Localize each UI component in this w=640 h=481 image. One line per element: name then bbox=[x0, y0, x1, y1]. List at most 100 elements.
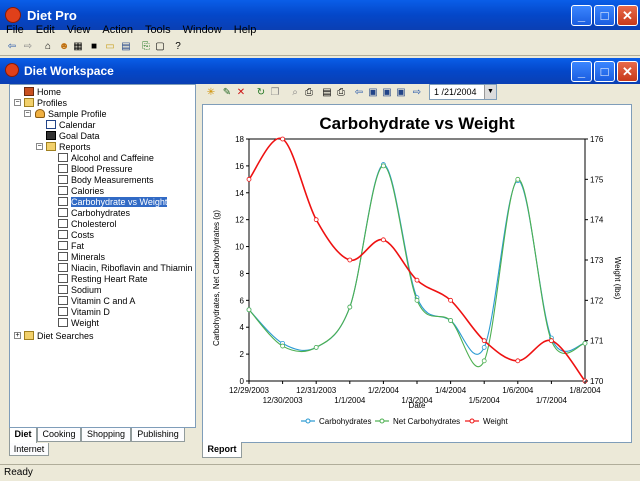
workspace-maximize-button[interactable]: □ bbox=[594, 61, 615, 82]
tree-item-report[interactable]: Vitamin C and A bbox=[58, 296, 135, 307]
back-icon[interactable]: ⇦ bbox=[6, 41, 18, 53]
print-setup-icon[interactable]: ⎙ bbox=[335, 87, 347, 99]
week-view-icon[interactable]: ▣ bbox=[395, 87, 407, 99]
y2-tick-label: 172 bbox=[590, 296, 604, 305]
menu-view[interactable]: View bbox=[61, 22, 97, 38]
preview-icon[interactable]: ⌕ bbox=[289, 87, 301, 99]
workspace-minimize-button[interactable]: _ bbox=[571, 61, 592, 82]
net-carbohydrates-point bbox=[448, 318, 454, 323]
tree-item-report[interactable]: Vitamin D bbox=[58, 307, 110, 318]
weight-point bbox=[347, 257, 353, 263]
menu-edit[interactable]: Edit bbox=[30, 22, 61, 38]
tree-item-profiles[interactable]: Profiles bbox=[24, 98, 67, 109]
y2-tick-label: 170 bbox=[590, 377, 604, 386]
tab-internet[interactable]: Internet bbox=[9, 443, 49, 456]
weight-line bbox=[248, 137, 586, 382]
new-icon[interactable]: ✳ bbox=[205, 87, 217, 99]
refresh-icon[interactable]: ↻ bbox=[255, 87, 267, 99]
document-icon[interactable]: ▢ bbox=[154, 41, 166, 53]
tree-item-report[interactable]: Minerals bbox=[58, 252, 105, 263]
day-view-icon[interactable]: ▣ bbox=[367, 87, 379, 99]
calendar-icon bbox=[46, 120, 56, 129]
help-icon[interactable]: ? bbox=[172, 41, 184, 53]
tree-item-report[interactable]: Niacin, Riboflavin and Thiamin bbox=[58, 263, 192, 274]
y-tick-label: 4 bbox=[240, 323, 245, 332]
expander-profiles[interactable]: − bbox=[14, 99, 21, 106]
delete-icon[interactable]: ✕ bbox=[235, 87, 247, 99]
y2-tick-label: 176 bbox=[590, 135, 604, 144]
weight-point bbox=[380, 237, 386, 243]
menu-action[interactable]: Action bbox=[96, 22, 139, 38]
tab-diet[interactable]: Diet bbox=[9, 428, 37, 444]
calendar-icon[interactable]: ▦ bbox=[72, 41, 84, 53]
expander-reports[interactable]: − bbox=[36, 143, 43, 150]
date-picker[interactable]: 1 /21/2004 ▼ bbox=[429, 84, 497, 100]
tree-item-report[interactable]: Cholesterol bbox=[58, 219, 117, 230]
tree-item-report[interactable]: Blood Pressure bbox=[58, 164, 133, 175]
document-icon bbox=[58, 274, 68, 283]
chevron-down-icon[interactable]: ▼ bbox=[484, 85, 496, 99]
x-tick-label: 12/30/2003 bbox=[263, 396, 304, 405]
folder-icon bbox=[24, 331, 34, 340]
tree-item-calendar[interactable]: Calendar bbox=[46, 120, 96, 131]
chart-legend: Carbohydrates Net Carbohydrates Weight bbox=[301, 417, 509, 426]
tree-item-report[interactable]: Fat bbox=[58, 241, 84, 252]
weight-point bbox=[448, 297, 454, 303]
tree-item-report-selected[interactable]: Carbohydrate vs Weight bbox=[58, 197, 168, 208]
menu-window[interactable]: Window bbox=[177, 22, 228, 38]
tab-cooking[interactable]: Cooking bbox=[37, 428, 81, 442]
tab-report[interactable]: Report bbox=[202, 442, 242, 458]
tree-item-report[interactable]: Calories bbox=[58, 186, 104, 197]
y2-axis-label: Weight (lbs) bbox=[613, 257, 622, 300]
tree-item-report[interactable]: Carbohydrates bbox=[58, 208, 130, 219]
tree-item-goal-data[interactable]: Goal Data bbox=[46, 131, 100, 142]
window-icon[interactable]: ▤ bbox=[120, 41, 132, 53]
carbohydrate-vs-weight-chart: Carbohydrate vs Weight 0 2 4 6 8 10 12 14 16 18 17… bbox=[212, 114, 622, 426]
x-tick-label: 1/6/2004 bbox=[502, 386, 534, 395]
weight-point bbox=[414, 277, 420, 283]
home-icon[interactable]: ⌂ bbox=[42, 41, 54, 53]
document-icon bbox=[58, 164, 68, 173]
net-carbohydrates-point bbox=[246, 307, 252, 313]
workspace-close-button[interactable]: ✕ bbox=[617, 61, 638, 82]
tree-item-report[interactable]: Costs bbox=[58, 230, 94, 241]
menu-help[interactable]: Help bbox=[228, 22, 263, 38]
edit-icon[interactable]: ✎ bbox=[221, 87, 233, 99]
tree-item-report[interactable]: Resting Heart Rate bbox=[58, 274, 148, 285]
report-settings-icon[interactable]: ▤ bbox=[321, 87, 333, 99]
folder-icon[interactable]: ▭ bbox=[104, 41, 116, 53]
document-icon bbox=[58, 197, 68, 206]
next-icon[interactable]: ⇨ bbox=[411, 87, 423, 99]
tree-item-diet-searches[interactable]: Diet Searches bbox=[24, 331, 94, 342]
print-icon[interactable]: ⎙ bbox=[303, 87, 315, 99]
tab-publishing[interactable]: Publishing bbox=[131, 428, 185, 442]
expander-diet-searches[interactable]: + bbox=[14, 332, 21, 339]
tree-item-home[interactable]: Home bbox=[24, 87, 61, 98]
y-tick-label: 0 bbox=[240, 377, 245, 386]
copy-icon[interactable]: ❐ bbox=[269, 87, 281, 99]
tree-item-reports[interactable]: Reports bbox=[46, 142, 91, 153]
x-tick-label: 1/2/2004 bbox=[368, 386, 400, 395]
forward-icon[interactable]: ⇨ bbox=[22, 41, 34, 53]
expander-sample-profile[interactable]: − bbox=[24, 110, 31, 117]
tree-item-report[interactable]: Sodium bbox=[58, 285, 102, 296]
menu-tools[interactable]: Tools bbox=[139, 22, 177, 38]
legend-marker-net-carbohydrates bbox=[379, 418, 385, 424]
previous-icon[interactable]: ⇦ bbox=[353, 87, 365, 99]
menu-file[interactable]: File bbox=[0, 22, 30, 38]
net-carbohydrates-point bbox=[481, 358, 487, 364]
month-view-icon[interactable]: ▣ bbox=[381, 87, 393, 99]
tree-item-report[interactable]: Weight bbox=[58, 318, 99, 329]
tree-item-report[interactable]: Body Measurements bbox=[58, 175, 154, 186]
y-tick-label: 2 bbox=[240, 350, 245, 359]
workspace-title: Diet Workspace bbox=[24, 64, 114, 78]
chart-title: Carbohydrate vs Weight bbox=[319, 114, 515, 133]
goal-icon[interactable]: ■ bbox=[88, 41, 100, 53]
status-text: Ready bbox=[4, 467, 33, 478]
tree-item-report[interactable]: Alcohol and Caffeine bbox=[58, 153, 154, 164]
document-icon bbox=[58, 263, 68, 272]
export-icon[interactable]: ⎘ bbox=[140, 41, 152, 53]
person-icon[interactable]: ☻ bbox=[58, 41, 70, 53]
tree-item-sample-profile[interactable]: Sample Profile bbox=[35, 109, 107, 120]
tab-shopping[interactable]: Shopping bbox=[81, 428, 131, 442]
